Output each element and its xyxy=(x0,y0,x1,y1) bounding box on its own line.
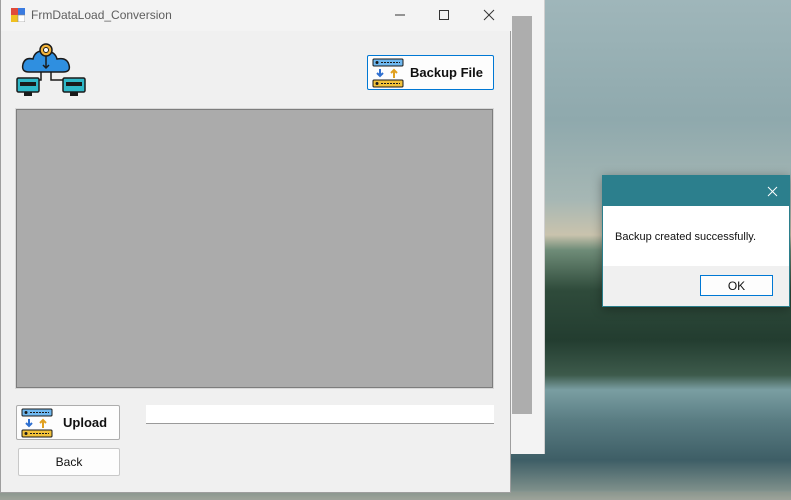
title-bar[interactable]: FrmDataLoad_Conversion xyxy=(1,0,511,31)
upload-button[interactable]: Upload xyxy=(16,405,120,440)
main-window: FrmDataLoad_Conversion Backup File Uploa… xyxy=(0,0,511,493)
taskbar xyxy=(0,492,791,500)
back-label: Back xyxy=(55,455,83,469)
cloud-network-icon xyxy=(16,43,86,96)
dialog-body: Backup created successfully. xyxy=(603,206,789,266)
app-icon xyxy=(11,8,25,22)
ok-button[interactable]: OK xyxy=(700,275,773,296)
close-icon xyxy=(483,9,495,21)
dialog-message: Backup created successfully. xyxy=(615,231,757,243)
background-window-panel xyxy=(512,16,532,414)
dialog-title-bar[interactable] xyxy=(603,176,789,206)
ok-label: OK xyxy=(727,278,746,293)
minimize-icon xyxy=(395,14,405,16)
minimize-button[interactable] xyxy=(377,0,423,30)
back-button[interactable]: Back xyxy=(18,448,120,476)
preview-panel xyxy=(15,108,494,389)
close-button[interactable] xyxy=(466,0,512,30)
file-transfer-icon xyxy=(21,408,53,437)
file-transfer-icon xyxy=(372,58,404,87)
progress-bar xyxy=(146,405,494,424)
maximize-button[interactable] xyxy=(421,0,467,30)
dialog-close-button[interactable] xyxy=(761,181,783,201)
window-title: FrmDataLoad_Conversion xyxy=(31,8,172,22)
backup-file-button[interactable]: Backup File xyxy=(367,55,494,90)
backup-file-label: Backup File xyxy=(410,65,483,80)
close-icon xyxy=(767,186,777,196)
maximize-icon xyxy=(439,10,449,20)
upload-label: Upload xyxy=(63,415,108,430)
